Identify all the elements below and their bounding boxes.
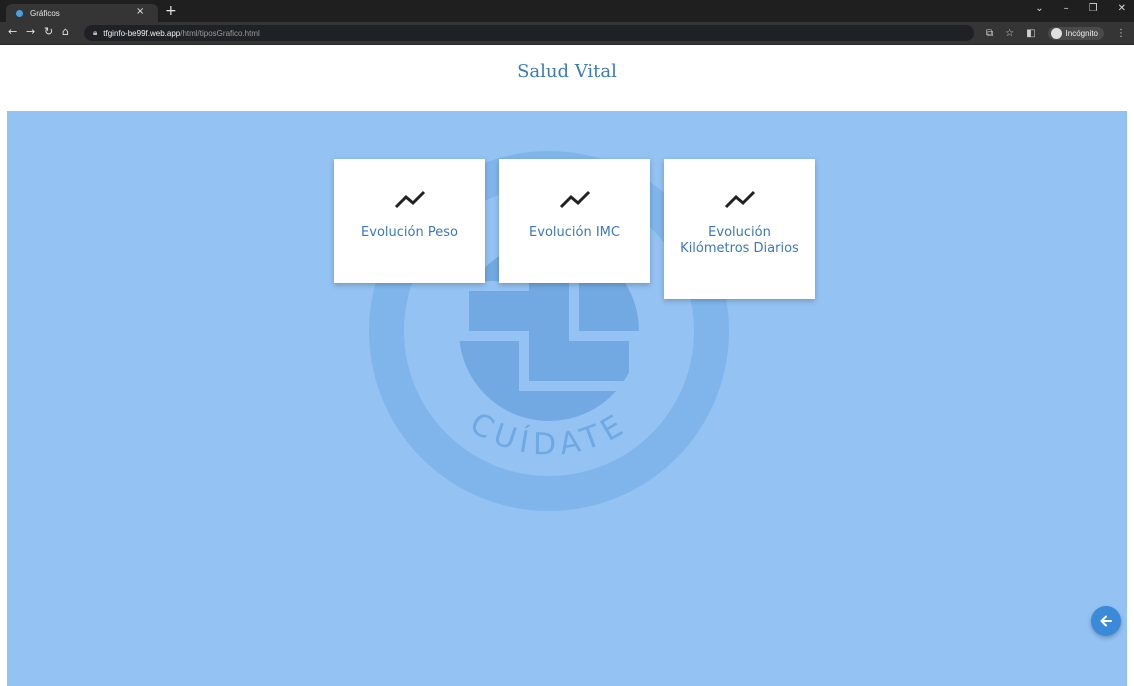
url-host: tfginfo-be99f.web.app [103, 28, 181, 38]
browser-toolbar: ← → ↻ ⌂ 🔒︎ tfginfo-be99f.web.app /html/t… [0, 22, 1134, 45]
back-icon[interactable]: ← [8, 25, 17, 38]
menu-kebab-icon[interactable]: ⋮ [1116, 28, 1126, 39]
arrow-left-icon [1100, 615, 1112, 627]
favicon-icon [16, 9, 23, 17]
incognito-label: Incógnito [1065, 28, 1098, 38]
tab-close-button[interactable]: × [136, 6, 144, 17]
browser-tab[interactable]: Gráficos × [6, 4, 158, 22]
close-window-icon[interactable]: ✕ [1118, 3, 1126, 14]
forward-icon[interactable]: → [26, 25, 35, 38]
card-label: Evolución IMC [529, 225, 620, 240]
main-content: CUÍDATE Evolución Peso Evolución IMC Evo… [7, 111, 1127, 686]
page-title: Salud Vital [517, 61, 617, 82]
card-label: Evolución Peso [361, 225, 458, 240]
tab-title: Gráficos [30, 8, 60, 18]
trending-line-icon [559, 190, 590, 209]
window-controls: ⌄ – ❐ ✕ [1035, 3, 1126, 14]
new-tab-button[interactable]: + [165, 2, 177, 20]
translate-icon[interactable]: ⧉ [986, 28, 993, 39]
card-label: Evolución Kilómetros Diarios [675, 225, 805, 257]
restore-icon[interactable]: ❐ [1089, 3, 1098, 14]
card-evolucion-peso[interactable]: Evolución Peso [334, 159, 485, 283]
browser-tab-bar: Gráficos × + ⌄ – ❐ ✕ [0, 0, 1134, 22]
toolbar-right: ⧉ ☆ ◧ Incógnito ⋮ [986, 25, 1126, 41]
tab-search-icon[interactable]: ⌄ [1035, 3, 1043, 14]
incognito-icon [1050, 27, 1062, 39]
card-label-line2: Kilómetros Diarios [680, 241, 799, 256]
card-evolucion-kilometros[interactable]: Evolución Kilómetros Diarios [664, 159, 815, 299]
url-path: /html/tiposGrafico.html [180, 28, 260, 38]
trending-line-icon [394, 190, 425, 209]
address-bar[interactable]: 🔒︎ tfginfo-be99f.web.app /html/tiposGraf… [84, 25, 974, 41]
reload-icon[interactable]: ↻ [44, 25, 53, 38]
card-evolucion-imc[interactable]: Evolución IMC [499, 159, 650, 283]
home-icon[interactable]: ⌂ [62, 25, 69, 38]
minimize-icon[interactable]: – [1064, 3, 1069, 14]
lock-icon: 🔒︎ [93, 28, 98, 37]
incognito-badge[interactable]: Incógnito [1047, 26, 1104, 40]
page-header: Salud Vital [0, 45, 1134, 111]
side-panel-icon[interactable]: ◧ [1026, 28, 1035, 39]
bookmark-star-icon[interactable]: ☆ [1005, 28, 1014, 39]
card-label-line1: Evolución [708, 225, 771, 240]
back-button[interactable] [1091, 606, 1121, 636]
trending-line-icon [724, 190, 755, 209]
